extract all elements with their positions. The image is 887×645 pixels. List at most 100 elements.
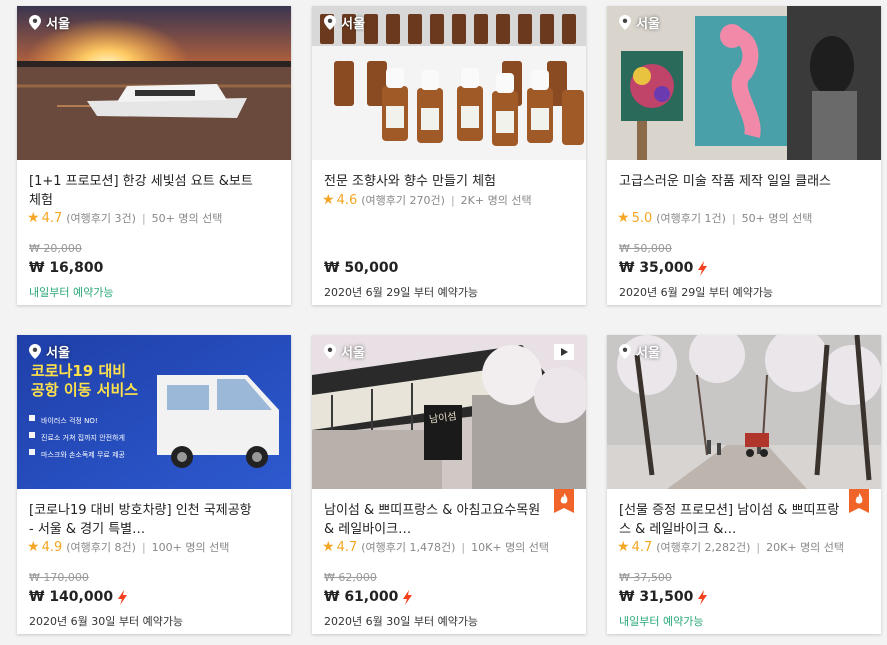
original-price: ₩ 62,000 (324, 571, 377, 584)
product-title[interactable]: [선물 증정 프로모션] 남이섬 & 쁘띠프랑스 & 레일바이크 &… (619, 501, 849, 539)
product-card[interactable]: 서울 전문 조향사와 향수 만들기 체험 ★ 4.6 (여행후기 270건) |… (312, 6, 586, 305)
location-pin-icon (324, 15, 336, 30)
product-image[interactable]: 서울 (312, 6, 586, 160)
location-text: 서울 (341, 346, 365, 361)
sale-price-row: ₩ 16,800 (29, 260, 103, 276)
review-count: (여행후기 2,282건) (656, 541, 751, 554)
rating-row: ★ 4.9 (여행후기 8건) | 100+ 명의 선택 (27, 539, 229, 555)
rating-row: ★ 4.7 (여행후기 3건) | 50+ 명의 선택 (27, 210, 222, 226)
product-card[interactable]: 서울 [1+1 프로모션] 한강 세빛섬 요트 &보트 체험 ★ 4.7 (여행… (17, 6, 291, 305)
original-price: ₩ 20,000 (29, 242, 82, 255)
availability-text: 2020년 6월 30일 부터 예약가능 (324, 615, 479, 628)
star-icon: ★ (322, 192, 335, 208)
product-image[interactable]: 코로나19 대비 공항 이동 서비스 바이러스 걱정 NO! 진료소 거쳐 집까… (17, 335, 291, 489)
rating-row: ★ 4.7 (여행후기 2,282건) | 20K+ 명의 선택 (617, 539, 844, 555)
location-pin-icon (29, 15, 41, 30)
product-image[interactable]: 서울 (607, 6, 881, 160)
star-icon: ★ (322, 539, 335, 555)
rating-score: 4.7 (41, 210, 63, 226)
location-label: 서울 (619, 13, 660, 32)
sale-price-row: ₩ 35,000 (619, 260, 708, 276)
rating-score: 4.7 (631, 539, 653, 555)
review-count: (여행후기 1,478건) (361, 541, 456, 554)
chosen-count: 10K+ 명의 선택 (471, 541, 550, 554)
rating-score: 5.0 (631, 210, 653, 226)
chosen-count: 100+ 명의 선택 (151, 541, 230, 554)
review-count: (여행후기 8건) (66, 541, 136, 554)
sale-price: ₩ 50,000 (324, 260, 399, 276)
availability-text: 2020년 6월 30일 부터 예약가능 (29, 615, 184, 628)
sale-price: ₩ 140,000 (29, 589, 114, 605)
star-icon: ★ (617, 539, 630, 555)
location-text: 서울 (636, 346, 660, 361)
product-image[interactable]: 서울 (607, 335, 881, 489)
location-label: 서울 (324, 342, 365, 361)
promo-banner-line2: 공항 이동 서비스 (31, 381, 139, 399)
sale-price: ₩ 31,500 (619, 589, 694, 605)
divider: | (731, 211, 736, 225)
availability-text: 2020년 6월 29일 부터 예약가능 (619, 286, 774, 299)
product-title[interactable]: 전문 조향사와 향수 만들기 체험 (324, 172, 554, 191)
promo-banner-item: 진료소 거쳐 집까지 안전하게 (41, 434, 125, 442)
rating-row: ★ 4.7 (여행후기 1,478건) | 10K+ 명의 선택 (322, 539, 549, 555)
product-card[interactable]: 코로나19 대비 공항 이동 서비스 바이러스 걱정 NO! 진료소 거쳐 집까… (17, 335, 291, 634)
location-label: 서울 (29, 342, 70, 361)
availability-text: 2020년 6월 29일 부터 예약가능 (324, 286, 479, 299)
divider: | (461, 540, 466, 554)
rating-score: 4.7 (336, 539, 358, 555)
promo-banner-item: 바이러스 걱정 NO! (41, 417, 98, 425)
location-pin-icon (324, 344, 336, 359)
rating-score: 4.6 (336, 192, 358, 208)
sale-price: ₩ 16,800 (29, 260, 104, 276)
sale-price-row: ₩ 140,000 (29, 589, 128, 605)
location-pin-icon (619, 344, 631, 359)
chosen-count: 20K+ 명의 선택 (766, 541, 845, 554)
product-card[interactable]: 남이섬 서울 남이섬 & 쁘띠프랑스 & 아침고요수목원 & 레일바이크… ★ … (312, 335, 586, 634)
promo-banner-line1: 코로나19 대비 (31, 362, 127, 380)
rating-row: ★ 4.6 (여행후기 270건) | 2K+ 명의 선택 (322, 192, 532, 208)
lightning-icon (118, 589, 128, 605)
product-title[interactable]: 고급스러운 미술 작품 제작 일일 클래스 (619, 172, 849, 191)
original-price: ₩ 170,000 (29, 571, 89, 584)
flame-badge-icon (554, 489, 574, 513)
product-image[interactable]: 서울 (17, 6, 291, 160)
promo-banner-item: 마스크와 손소독제 무료 제공 (41, 451, 125, 459)
lightning-icon (698, 260, 708, 276)
review-count: (여행후기 1건) (656, 212, 726, 225)
sale-price-row: ₩ 61,000 (324, 589, 413, 605)
location-text: 서울 (46, 17, 70, 32)
star-icon: ★ (27, 210, 40, 226)
lightning-icon (403, 589, 413, 605)
original-price: ₩ 50,000 (619, 242, 672, 255)
sale-price-row: ₩ 31,500 (619, 589, 708, 605)
review-count: (여행후기 270건) (361, 194, 445, 207)
location-text: 서울 (46, 346, 70, 361)
lightning-icon (698, 589, 708, 605)
location-label: 서울 (619, 342, 660, 361)
sale-price: ₩ 61,000 (324, 589, 399, 605)
product-image[interactable]: 남이섬 서울 (312, 335, 586, 489)
product-card[interactable]: 서울 고급스러운 미술 작품 제작 일일 클래스 ★ 5.0 (여행후기 1건)… (607, 6, 881, 305)
chosen-count: 2K+ 명의 선택 (460, 194, 532, 207)
availability-text: 내일부터 예약가능 (619, 615, 704, 628)
rating-score: 4.9 (41, 539, 63, 555)
product-title[interactable]: [1+1 프로모션] 한강 세빛섬 요트 &보트 체험 (29, 172, 259, 210)
play-video-icon[interactable] (554, 344, 574, 360)
sale-price: ₩ 35,000 (619, 260, 694, 276)
divider: | (450, 193, 455, 207)
location-label: 서울 (29, 13, 70, 32)
divider: | (141, 211, 146, 225)
location-pin-icon (29, 344, 41, 359)
original-price: ₩ 37,500 (619, 571, 672, 584)
review-count: (여행후기 3건) (66, 212, 136, 225)
location-text: 서울 (636, 17, 660, 32)
chosen-count: 50+ 명의 선택 (151, 212, 223, 225)
star-icon: ★ (27, 539, 40, 555)
product-card[interactable]: 서울 [선물 증정 프로모션] 남이섬 & 쁘띠프랑스 & 레일바이크 &… ★… (607, 335, 881, 634)
product-title[interactable]: 남이섬 & 쁘띠프랑스 & 아침고요수목원 & 레일바이크… (324, 501, 554, 539)
divider: | (141, 540, 146, 554)
divider: | (756, 540, 761, 554)
location-text: 서울 (341, 17, 365, 32)
product-title[interactable]: [코로나19 대비 방호차량] 인천 국제공항 - 서울 & 경기 특별… (29, 501, 259, 539)
flame-badge-icon (849, 489, 869, 513)
